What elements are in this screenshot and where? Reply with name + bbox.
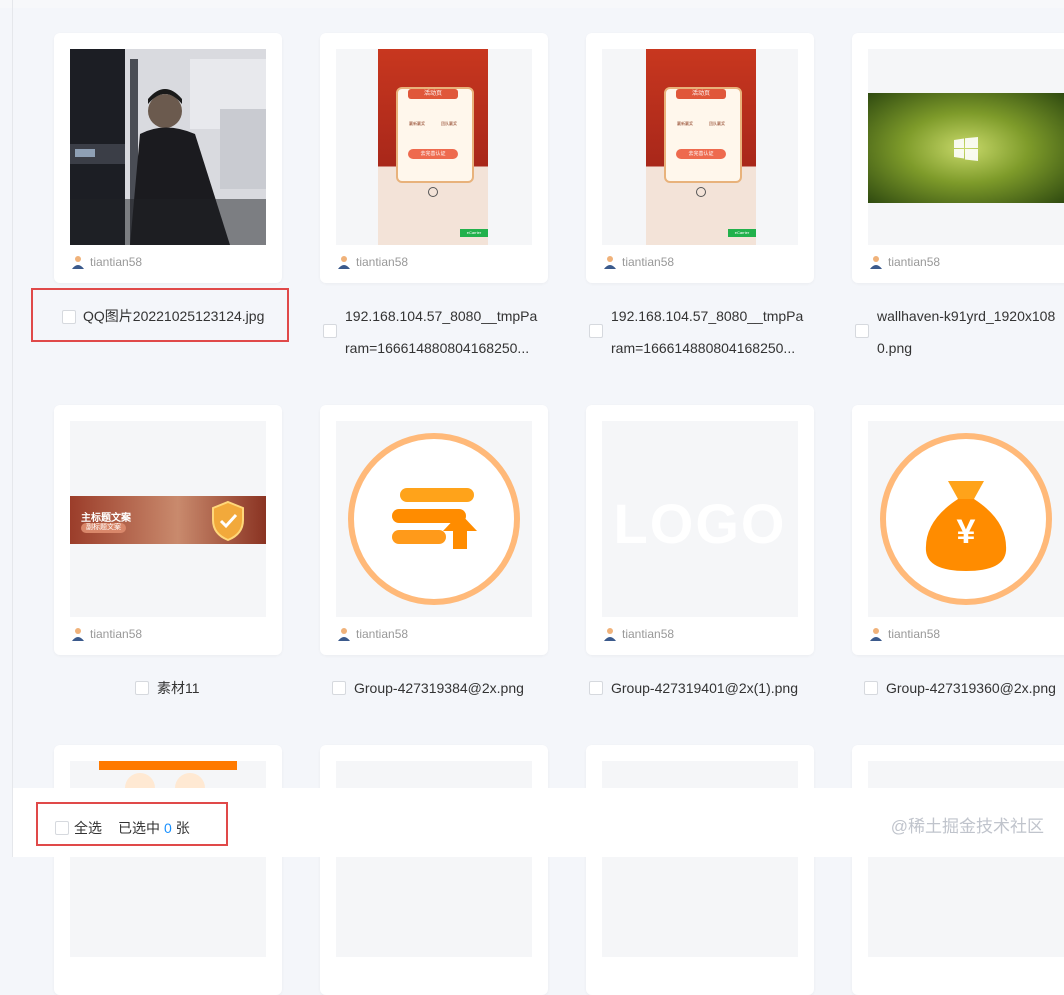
image-card[interactable]	[54, 745, 282, 995]
select-checkbox[interactable]	[855, 324, 869, 338]
owner-name: tiantian58	[888, 627, 941, 641]
owner-info: tiantian58	[604, 252, 674, 272]
image-card[interactable]: 活动页 赢新赢奖 团队赢奖 去完善认证 eCarrier tiantian58	[320, 33, 548, 283]
owner-name: tiantian58	[622, 627, 675, 641]
close-icon	[428, 187, 438, 197]
file-name-line2: ram=166614880804168250...	[611, 340, 796, 356]
image-card[interactable]: ¥ tiantian58	[852, 405, 1064, 655]
file-name: Group-427319360@2x.png	[886, 680, 1056, 696]
currency-symbol: ¥	[956, 513, 976, 551]
image-card[interactable]: tiantian58	[320, 405, 548, 655]
select-checkbox[interactable]	[864, 681, 878, 695]
phone-button: 去完善认证	[408, 149, 458, 159]
image-card[interactable]: 活动页 赢新赢奖 团队赢奖 去完善认证 eCarrier tiantian58	[586, 33, 814, 283]
file-name: 192.168.104.57_8080__tmpPa	[345, 308, 538, 324]
image-card[interactable]: tiantian58	[852, 33, 1064, 283]
file-name: 素材11	[157, 680, 200, 696]
user-avatar-icon	[338, 628, 350, 641]
owner-info: tiantian58	[870, 252, 940, 272]
thumbnail-phone-screenshot[interactable]: 活动页 赢新赢奖 团队赢奖 去完善认证 eCarrier	[602, 49, 798, 245]
image-card[interactable]	[586, 745, 814, 995]
file-name-row: 素材11	[135, 672, 275, 704]
owner-info: tiantian58	[72, 252, 142, 272]
phone-right-label: 团队赢奖	[441, 121, 457, 126]
file-name: Group-427319384@2x.png	[354, 680, 524, 696]
file-name-row: 192.168.104.57_8080__tmpPa ram=166614880…	[589, 300, 819, 366]
user-avatar-icon	[870, 628, 882, 641]
image-card[interactable]: LOGO tiantian58	[586, 405, 814, 655]
file-name: wallhaven-k91yrd_1920x108	[877, 308, 1056, 324]
image-card[interactable]	[852, 745, 1064, 995]
select-checkbox[interactable]	[332, 681, 346, 695]
logo-text: LOGO	[613, 492, 787, 555]
select-checkbox[interactable]	[135, 681, 149, 695]
owner-name: tiantian58	[888, 255, 941, 269]
file-name-row: Group-427319384@2x.png	[332, 672, 552, 704]
thumbnail-wallpaper[interactable]	[868, 49, 1064, 245]
select-checkbox[interactable]	[323, 324, 337, 338]
watermark: @稀土掘金技术社区	[890, 817, 1044, 836]
highlight-box-filename	[31, 288, 289, 342]
user-avatar-icon	[338, 256, 350, 269]
phone-badge: eCarrier	[460, 229, 488, 237]
banner-subtitle: 副标题文案	[81, 523, 126, 533]
phone-header: 活动页	[676, 89, 726, 99]
owner-name: tiantian58	[356, 627, 409, 641]
file-name: 192.168.104.57_8080__tmpPa	[611, 308, 804, 324]
user-avatar-icon	[604, 628, 616, 641]
file-name-row: wallhaven-k91yrd_1920x108 0.png	[855, 300, 1064, 366]
file-name-line2: 0.png	[877, 340, 913, 356]
thumbnail-photo[interactable]	[70, 49, 266, 245]
file-name-row: 192.168.104.57_8080__tmpPa ram=166614880…	[323, 300, 553, 366]
thumbnail-icon[interactable]: ¥	[868, 421, 1064, 617]
file-name: Group-427319401@2x(1).png	[611, 680, 799, 696]
windows-logo-icon	[954, 137, 978, 161]
close-icon	[696, 187, 706, 197]
image-grid: tiantian58 活动页 赢新赢奖 团队赢奖 去完善认证 eCarrier …	[0, 0, 1064, 995]
shield-check-icon	[212, 500, 244, 542]
phone-screenshot: 活动页 赢新赢奖 团队赢奖 去完善认证 eCarrier	[378, 49, 488, 245]
owner-info: tiantian58	[72, 624, 142, 644]
upload-stack-icon	[348, 433, 520, 605]
owner-name: tiantian58	[90, 627, 143, 641]
owner-name: tiantian58	[90, 255, 143, 269]
file-name-line2: ram=166614880804168250...	[345, 340, 530, 356]
phone-button: 去完善认证	[676, 149, 726, 159]
image-card[interactable]: tiantian58	[54, 33, 282, 283]
owner-name: tiantian58	[622, 255, 675, 269]
user-avatar-icon	[604, 256, 616, 269]
phone-header: 活动页	[408, 89, 458, 99]
owner-info: tiantian58	[338, 624, 408, 644]
user-avatar-icon	[72, 256, 84, 269]
photo-image	[70, 49, 266, 245]
user-avatar-icon	[72, 628, 84, 641]
phone-badge: eCarrier	[728, 229, 756, 237]
select-checkbox[interactable]	[589, 681, 603, 695]
phone-screenshot: 活动页 赢新赢奖 团队赢奖 去完善认证 eCarrier	[646, 49, 756, 245]
highlight-box-footer	[36, 802, 228, 846]
thumbnail-logo[interactable]: LOGO	[602, 421, 798, 617]
image-card[interactable]	[320, 745, 548, 995]
phone-left-label: 赢新赢奖	[409, 121, 425, 126]
banner-title: 主标题文案	[81, 513, 131, 524]
owner-info: tiantian58	[338, 252, 408, 272]
thumbnail-icon[interactable]	[336, 421, 532, 617]
owner-name: tiantian58	[356, 255, 409, 269]
owner-info: tiantian58	[604, 624, 674, 644]
thumbnail-phone-screenshot[interactable]: 活动页 赢新赢奖 团队赢奖 去完善认证 eCarrier	[336, 49, 532, 245]
phone-left-label: 赢新赢奖	[677, 121, 693, 126]
select-checkbox[interactable]	[589, 324, 603, 338]
thumbnail-banner[interactable]: 主标题文案 副标题文案	[70, 421, 266, 617]
phone-right-label: 团队赢奖	[709, 121, 725, 126]
partial-image	[99, 761, 237, 770]
user-avatar-icon	[870, 256, 882, 269]
file-name-row: Group-427319401@2x(1).png	[589, 672, 819, 704]
image-card[interactable]: 主标题文案 副标题文案 tiantian58	[54, 405, 282, 655]
owner-info: tiantian58	[870, 624, 940, 644]
file-name-row: Group-427319360@2x.png	[864, 672, 1064, 704]
